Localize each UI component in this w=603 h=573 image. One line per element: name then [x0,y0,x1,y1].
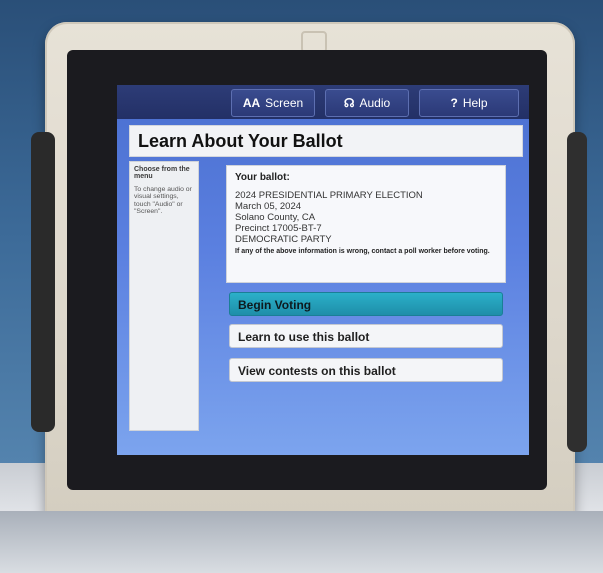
help-button[interactable]: ? Help [419,89,519,117]
instructions-panel: Choose from the menu To change audio or … [129,161,199,431]
view-contests-button[interactable]: View contests on this ballot [229,358,503,382]
help-button-label: Help [462,96,488,110]
instructions-text: To change audio or visual settings, touc… [134,186,192,216]
touch-screen: AA Screen ☊ Audio ? Help Learn About You… [117,85,529,455]
begin-voting-button[interactable]: Begin Voting [229,292,503,316]
device-stand [0,511,603,573]
instructions-title: Choose from the menu [134,166,190,180]
ballot-heading: Your ballot: [235,172,290,183]
audio-button-label: Audio [359,96,391,110]
ballot-party: DEMOCRATIC PARTY [235,233,332,245]
screen-button[interactable]: AA Screen [231,89,315,117]
audio-icon: ☊ [343,96,355,110]
screen-button-label: Screen [265,96,304,110]
ballot-info-box: Your ballot: 2024 PRESIDENTIAL PRIMARY E… [226,165,506,283]
top-menu-bar: AA Screen ☊ Audio ? Help [117,85,529,119]
ballot-note: If any of the above information is wrong… [235,247,490,255]
learn-ballot-button[interactable]: Learn to use this ballot [229,324,503,348]
left-clip [31,132,55,432]
page-title: Learn About Your Ballot [129,125,523,157]
text-size-icon: AA [242,96,261,110]
audio-button[interactable]: ☊ Audio [325,89,409,117]
right-clip [567,132,587,452]
help-icon: ? [450,96,458,110]
